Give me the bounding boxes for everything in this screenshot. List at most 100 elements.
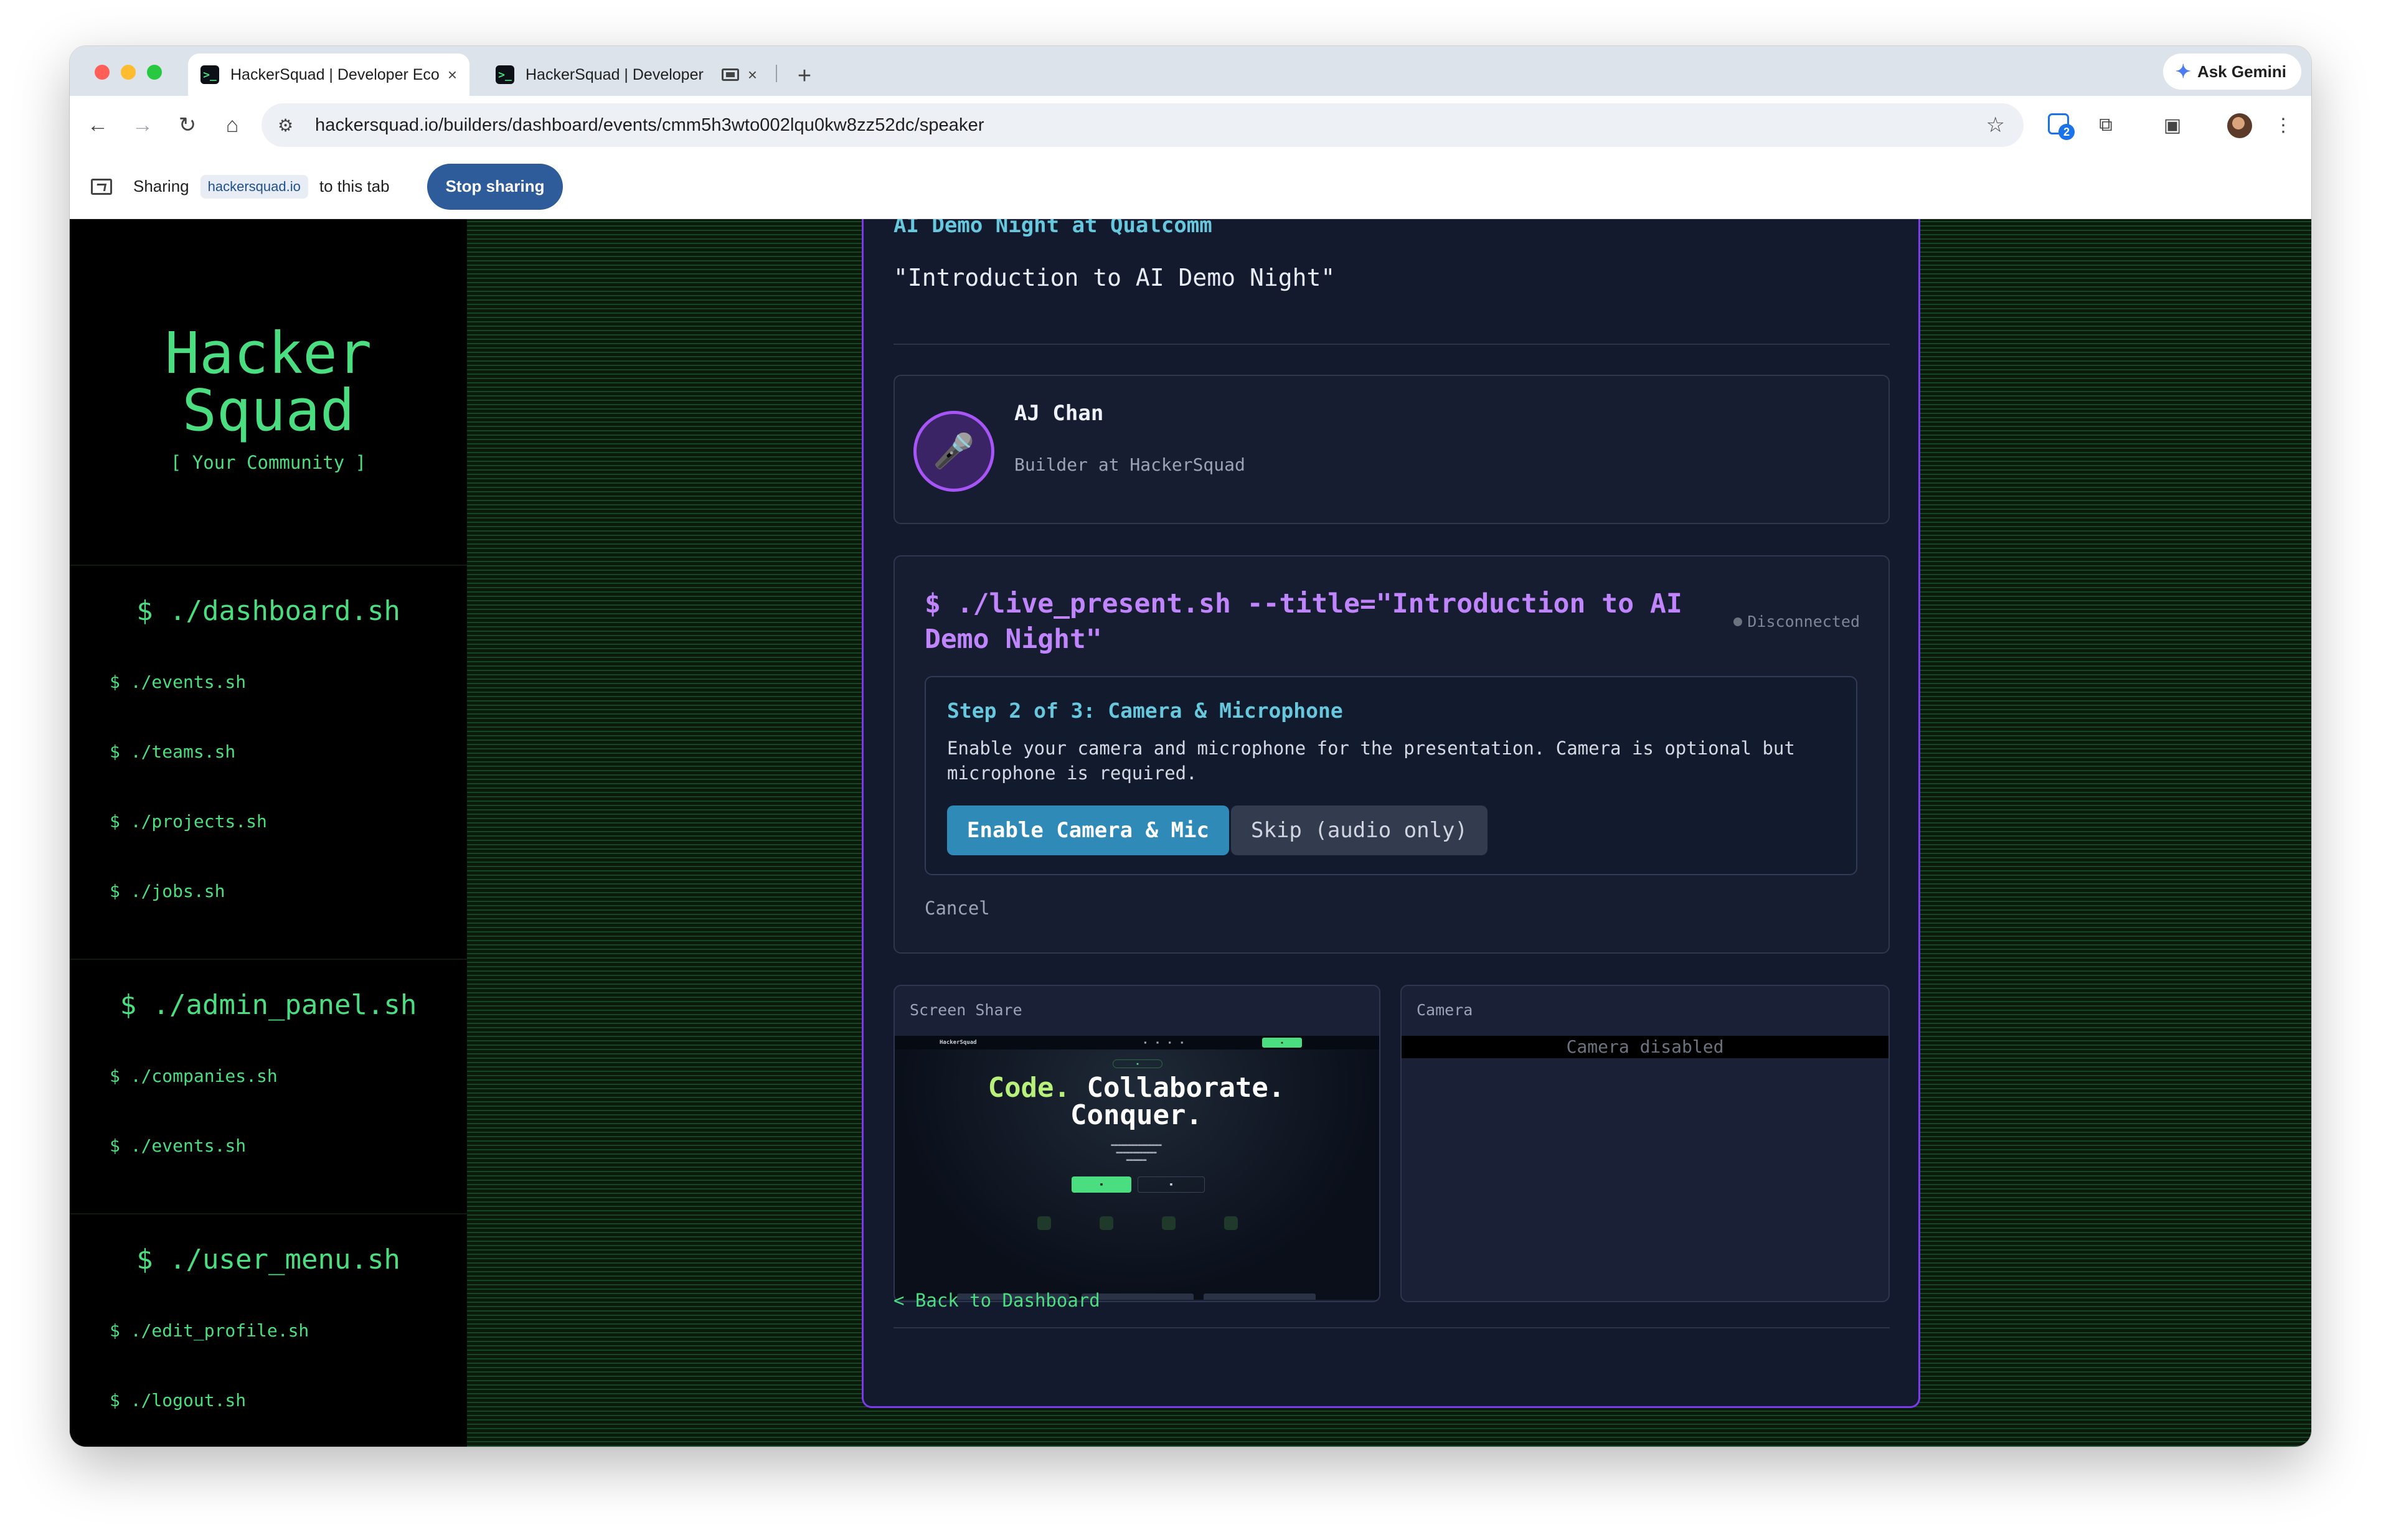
thumbnail-stat xyxy=(1144,1216,1194,1235)
terminal-favicon-icon: >_ xyxy=(496,65,514,84)
screen-share-icon xyxy=(91,178,112,195)
profile-avatar[interactable] xyxy=(2227,113,2252,138)
step-description: Enable your camera and microphone for th… xyxy=(947,738,1795,784)
thumbnail-secondary-button: ▪ xyxy=(1138,1176,1205,1193)
close-tab-icon[interactable]: × xyxy=(748,65,757,85)
cancel-link[interactable]: Cancel xyxy=(925,898,990,919)
bookmark-star-icon[interactable]: ☆ xyxy=(1986,113,2005,138)
camera-frame: Camera disabled xyxy=(1402,1036,1888,1058)
thumbnail-stat xyxy=(1206,1216,1256,1235)
maximize-window-button[interactable] xyxy=(147,65,162,80)
footer-divider xyxy=(893,1327,1890,1328)
side-panel-icon[interactable]: ▣ xyxy=(2157,110,2188,141)
ask-gemini-label: Ask Gemini xyxy=(2197,62,2286,81)
extension-badge-count: 2 xyxy=(2058,124,2075,140)
camera-preview: Camera Camera disabled xyxy=(1400,985,1890,1302)
close-tab-icon[interactable]: × xyxy=(448,65,457,85)
live-present-panel: $ ./live_present.sh --title="Introductio… xyxy=(893,555,1890,954)
speaker-panel: 🎤 AJ Chan Builder at HackerSquad xyxy=(893,375,1890,524)
sidebar-item-admin-events[interactable]: $ ./events.sh xyxy=(110,1135,246,1156)
sharing-infobar: Sharing hackersquad.io to this tab Stop … xyxy=(70,154,2311,219)
thumbnail-headline: Code. Collaborate. Conquer. xyxy=(895,1074,1378,1129)
new-tab-button[interactable]: + xyxy=(786,57,823,95)
screen-share-tab-icon xyxy=(721,68,739,81)
microphone-avatar-icon: 🎤 xyxy=(913,411,994,492)
ask-gemini-button[interactable]: ✦ Ask Gemini xyxy=(2162,54,2301,90)
sidebar-divider xyxy=(70,959,467,960)
home-icon[interactable]: ⌂ xyxy=(217,110,248,141)
browser-window: >_ HackerSquad | Developer Eco × >_ Hack… xyxy=(70,46,2311,1447)
sidebar-item-jobs[interactable]: $ ./jobs.sh xyxy=(110,881,225,901)
browser-tab-active[interactable]: >_ HackerSquad | Developer Eco × xyxy=(188,54,469,96)
sidebar-divider xyxy=(70,1213,467,1214)
terminal-favicon-icon: >_ xyxy=(200,65,219,84)
reload-icon[interactable]: ↻ xyxy=(172,110,203,141)
setup-step-box: Step 2 of 3: Camera & Microphone Enable … xyxy=(925,676,1857,875)
sidebar-heading-admin-panel[interactable]: $ ./admin_panel.sh xyxy=(70,989,467,1021)
browser-tab[interactable]: >_ HackerSquad | Developer × xyxy=(483,54,770,96)
sharing-label: Sharing xyxy=(133,177,189,195)
sidebar-item-companies[interactable]: $ ./companies.sh xyxy=(110,1066,278,1086)
camera-label: Camera xyxy=(1417,1001,1473,1019)
thumbnail-headline-3: Conquer. xyxy=(1070,1099,1202,1131)
section-divider xyxy=(893,344,1890,345)
screen-share-frame: HackerSquad ▪ ▪ ▪ ▪ ▪ ▪ Code. Collaborat… xyxy=(895,1036,1379,1300)
skip-audio-only-button[interactable]: Skip (audio only) xyxy=(1231,805,1488,855)
enable-camera-mic-button[interactable]: Enable Camera & Mic xyxy=(947,805,1229,855)
thumbnail-pill: ▪ xyxy=(1113,1059,1162,1068)
url-text: hackersquad.io/builders/dashboard/events… xyxy=(315,115,984,135)
talk-title: "Introduction to AI Demo Night" xyxy=(893,264,1336,291)
screen-share-preview: Screen Share HackerSquad ▪ ▪ ▪ ▪ ▪ ▪ Cod… xyxy=(893,985,1380,1302)
tab-title: HackerSquad | Developer xyxy=(526,65,704,83)
thumbnail-card xyxy=(1204,1294,1316,1300)
tab-separator xyxy=(776,65,777,82)
connection-status-label: Disconnected xyxy=(1747,613,1860,631)
speaker-page-card: AI Demo Night at Qualcomm "Introduction … xyxy=(862,219,1920,1408)
back-to-dashboard-link[interactable]: < Back to Dashboard xyxy=(893,1290,1100,1311)
sidebar-heading-dashboard[interactable]: $ ./dashboard.sh xyxy=(70,595,467,627)
sidebar-divider xyxy=(70,565,467,566)
shared-page-thumbnail: HackerSquad ▪ ▪ ▪ ▪ ▪ ▪ Code. Collaborat… xyxy=(895,1036,1379,1300)
logo-tagline: [ Your Community ] xyxy=(170,452,367,473)
browser-toolbar: ← → ↻ ⌂ ⚙ hackersquad.io/builders/dashbo… xyxy=(70,96,2311,154)
logo-line-1: Hacker xyxy=(164,320,372,387)
back-arrow-icon[interactable]: ← xyxy=(82,110,113,141)
sidebar: Hacker Squad [ Your Community ] $ ./dash… xyxy=(70,219,467,1447)
sharing-domain-chip: hackersquad.io xyxy=(200,174,308,199)
status-dot-icon xyxy=(1733,617,1743,626)
address-bar[interactable]: ⚙ hackersquad.io/builders/dashboard/even… xyxy=(262,103,2024,147)
extensions-puzzle-icon[interactable]: ⧉ xyxy=(2090,110,2121,141)
sidebar-heading-user-menu[interactable]: $ ./user_menu.sh xyxy=(70,1244,467,1275)
step-title: Step 2 of 3: Camera & Microphone xyxy=(947,698,1343,723)
gemini-sparkle-icon: ✦ xyxy=(2175,61,2191,82)
menu-kebab-icon[interactable]: ⋮ xyxy=(2268,110,2299,141)
sidebar-item-teams[interactable]: $ ./teams.sh xyxy=(110,741,235,762)
thumbnail-logo: HackerSquad xyxy=(940,1040,977,1046)
thumbnail-primary-button: ▪ xyxy=(1072,1176,1131,1193)
thumbnail-stat xyxy=(1082,1216,1131,1235)
screen-share-label: Screen Share xyxy=(910,1001,1022,1019)
minimize-window-button[interactable] xyxy=(121,65,136,80)
sharing-suffix: to this tab xyxy=(319,177,390,195)
site-settings-icon[interactable]: ⚙ xyxy=(278,115,303,136)
stop-sharing-button[interactable]: Stop sharing xyxy=(427,163,563,210)
live-present-command: $ ./live_present.sh --title="Introductio… xyxy=(925,588,1682,655)
extension-badge-icon[interactable]: 2 xyxy=(2048,113,2075,140)
speaker-name: AJ Chan xyxy=(1014,401,1104,426)
speaker-role: Builder at HackerSquad xyxy=(1014,454,1245,475)
sidebar-item-projects[interactable]: $ ./projects.sh xyxy=(110,811,267,832)
sidebar-item-logout[interactable]: $ ./logout.sh xyxy=(110,1390,246,1411)
tab-title: HackerSquad | Developer Eco xyxy=(230,65,439,83)
thumbnail-subtext: ▬▬▬▬▬▬▬▬▬▬▬▬▬▬▬ ▬▬▬▬▬▬▬▬▬▬▬▬ ▬▬▬▬▬▬ xyxy=(1111,1142,1162,1163)
event-name: AI Demo Night at Qualcomm xyxy=(893,219,1212,238)
connection-status: Disconnected xyxy=(1733,613,1860,631)
thumbnail-headline-1: Code. xyxy=(988,1072,1071,1104)
thumbnail-nav-items: ▪ ▪ ▪ ▪ xyxy=(1144,1040,1184,1045)
thumbnail-cta: ▪ xyxy=(1262,1038,1302,1048)
sidebar-item-edit-profile[interactable]: $ ./edit_profile.sh xyxy=(110,1320,309,1341)
camera-disabled-text: Camera disabled xyxy=(1402,1036,1888,1058)
sidebar-item-events[interactable]: $ ./events.sh xyxy=(110,672,246,692)
close-window-button[interactable] xyxy=(95,65,110,80)
forward-arrow-icon[interactable]: → xyxy=(127,110,158,141)
tab-strip: >_ HackerSquad | Developer Eco × >_ Hack… xyxy=(70,46,2311,96)
